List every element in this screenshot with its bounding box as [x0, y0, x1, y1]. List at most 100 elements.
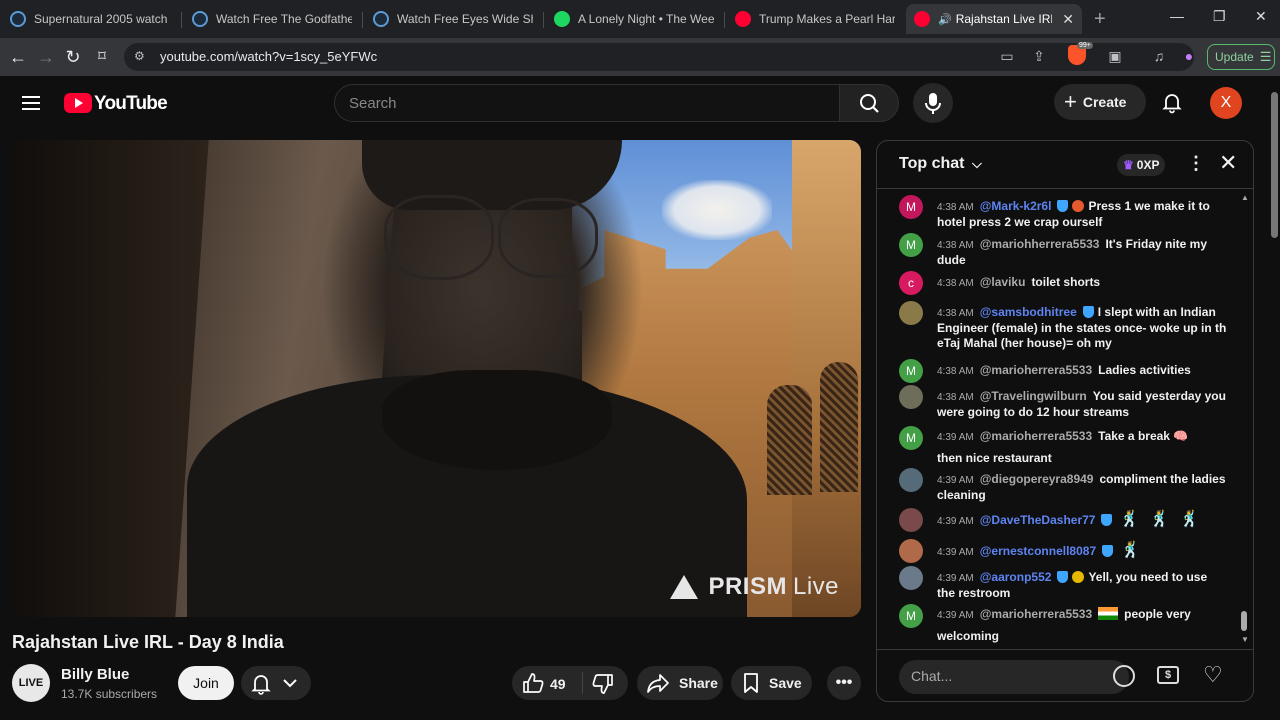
search-icon — [860, 94, 879, 113]
avatar[interactable]: M — [899, 233, 923, 257]
subscription-bell-button[interactable] — [241, 666, 311, 700]
more-actions-button[interactable]: ••• — [827, 666, 861, 700]
extension-icon[interactable]: ● — [1180, 48, 1198, 66]
chat-header: Top chat ⌵ ♛ 0XP ⋮ ✕ — [877, 141, 1253, 189]
star-badge-icon — [1072, 571, 1085, 583]
account-avatar[interactable]: X — [1210, 87, 1242, 119]
avatar[interactable]: M — [899, 195, 923, 219]
cast-icon[interactable]: ▭ — [998, 48, 1016, 66]
youtube-wordmark[interactable]: YouTube — [94, 93, 168, 115]
save-button[interactable]: Save — [731, 666, 812, 700]
avatar[interactable] — [899, 508, 923, 532]
page-scrollbar[interactable] — [1271, 92, 1278, 238]
message-author[interactable]: @diegopereyra8949 — [980, 472, 1094, 486]
dislike-button[interactable] — [592, 674, 614, 697]
message-time: 4:39 AM — [937, 547, 974, 558]
top-chat-dropdown[interactable]: Top chat ⌵ — [899, 155, 982, 173]
browser-tab-4[interactable]: A Lonely Night • The Week — [546, 4, 722, 34]
message-author[interactable]: @marioherrera5533 — [980, 363, 1092, 377]
channel-avatar[interactable]: LIVE — [12, 664, 50, 702]
heart-icon[interactable]: ♡ — [1203, 662, 1223, 688]
avatar[interactable]: M — [899, 426, 923, 450]
voice-search-button[interactable] — [913, 83, 953, 123]
forward-icon[interactable]: → — [36, 47, 56, 67]
address-bar[interactable]: ⚙ youtube.com/watch?v=1scy_5eYFWc ▭ ⇪ ▣ … — [124, 43, 1194, 71]
tab-title: Rajahstan Live IRL — [955, 12, 1053, 26]
create-button[interactable]: + Create — [1054, 84, 1146, 120]
bookmark-save-icon — [744, 673, 758, 693]
chat-more-icon[interactable]: ⋮ — [1187, 153, 1205, 174]
close-chat-icon[interactable]: ✕ — [1219, 150, 1237, 176]
message-author[interactable]: @marioherrera5533 — [980, 607, 1092, 621]
xp-badge[interactable]: ♛ 0XP — [1117, 154, 1166, 176]
youtube-header: YouTube + Create X — [0, 76, 1270, 130]
prism-live-watermark: PRISM Live — [670, 573, 839, 601]
save-label: Save — [769, 675, 802, 691]
avatar[interactable] — [899, 539, 923, 563]
share-label: Share — [679, 675, 718, 691]
message-author[interactable]: @samsbodhitree — [980, 305, 1077, 319]
browser-tab-2[interactable]: Watch Free The Godfather — [184, 4, 360, 34]
join-button[interactable]: Join — [178, 666, 234, 700]
prism-logo-icon — [670, 575, 699, 599]
message-text: toilet shorts — [1031, 275, 1101, 289]
avatar[interactable] — [899, 566, 923, 590]
close-tab-icon[interactable]: ✕ — [1062, 11, 1074, 28]
message-author[interactable]: @aaronp552 — [980, 570, 1052, 584]
avatar[interactable]: M — [899, 604, 923, 628]
browser-tab-5[interactable]: Trump Makes a Pearl Harb — [727, 4, 903, 34]
search-box[interactable] — [334, 84, 840, 122]
avatar[interactable]: c — [899, 271, 923, 295]
guide-menu-icon[interactable] — [22, 96, 40, 110]
message-author[interactable]: @Travelingwilburn — [980, 389, 1087, 403]
minimize-icon[interactable]: — — [1170, 8, 1184, 24]
share-button[interactable]: Share — [637, 666, 723, 700]
maximize-icon[interactable]: ❐ — [1213, 8, 1226, 25]
window-close-icon[interactable]: ✕ — [1255, 8, 1267, 25]
message-author[interactable]: @laviku — [980, 275, 1026, 289]
notifications-bell-icon[interactable] — [1160, 90, 1184, 114]
message-author[interactable]: @mariohherrera5533 — [980, 237, 1100, 251]
search-input[interactable] — [349, 93, 819, 113]
video-title: Rajahstan Live IRL - Day 8 India — [12, 632, 284, 652]
search-button[interactable] — [839, 84, 899, 122]
bookmark-icon[interactable]: ⌑ — [92, 47, 112, 67]
chat-scrollbar[interactable] — [1241, 611, 1247, 631]
site-info-icon[interactable]: ⚙ — [134, 49, 150, 65]
channel-name[interactable]: Billy Blue — [61, 666, 129, 683]
back-icon[interactable]: ← — [8, 47, 28, 67]
media-icon[interactable]: ♫ — [1150, 48, 1168, 66]
reader-icon[interactable]: ▣ — [1106, 48, 1124, 66]
browser-tab-6-active[interactable]: 🔊 Rajahstan Live IRL ✕ — [906, 4, 1082, 34]
chat-input[interactable] — [911, 668, 1111, 684]
avatar[interactable] — [899, 468, 923, 492]
watermark-text: PRISM — [708, 573, 787, 600]
verified-badge-icon — [1101, 514, 1113, 526]
youtube-logo-icon[interactable] — [64, 93, 92, 113]
message-author[interactable]: @marioherrera5533 — [980, 429, 1092, 443]
new-tab-button[interactable]: + — [1094, 8, 1106, 31]
spotify-icon — [554, 11, 570, 27]
tab-title: Trump Makes a Pearl Harb — [759, 12, 895, 26]
super-chat-icon[interactable]: $ — [1157, 666, 1179, 684]
video-player[interactable]: PRISM Live — [12, 140, 861, 617]
avatar[interactable]: M — [899, 359, 923, 383]
message-author[interactable]: @Mark-k2r6l — [980, 199, 1052, 213]
bell-chevron-icon — [251, 675, 297, 695]
emoji-icon[interactable] — [1113, 665, 1135, 687]
scroll-up-icon[interactable]: ▲ — [1241, 193, 1249, 202]
scroll-down-icon[interactable]: ▼ — [1241, 635, 1249, 644]
reload-icon[interactable]: ↻ — [63, 47, 83, 67]
share-page-icon[interactable]: ⇪ — [1030, 48, 1048, 66]
avatar[interactable] — [899, 385, 923, 409]
message-author[interactable]: @ernestconnell8087 — [980, 544, 1096, 558]
url-text[interactable]: youtube.com/watch?v=1scy_5eYFWc — [160, 49, 377, 64]
update-button[interactable]: Update ☰ — [1207, 44, 1275, 70]
chat-input-box[interactable] — [899, 660, 1129, 694]
message-author[interactable]: @DaveTheDasher77 — [980, 513, 1096, 527]
avatar[interactable] — [899, 301, 923, 325]
browser-tab-3[interactable]: Watch Free Eyes Wide Shu — [365, 4, 541, 34]
globe-icon — [10, 11, 26, 27]
like-button[interactable] — [522, 673, 544, 696]
browser-tab-1[interactable]: Supernatural 2005 watch fr — [2, 4, 178, 34]
